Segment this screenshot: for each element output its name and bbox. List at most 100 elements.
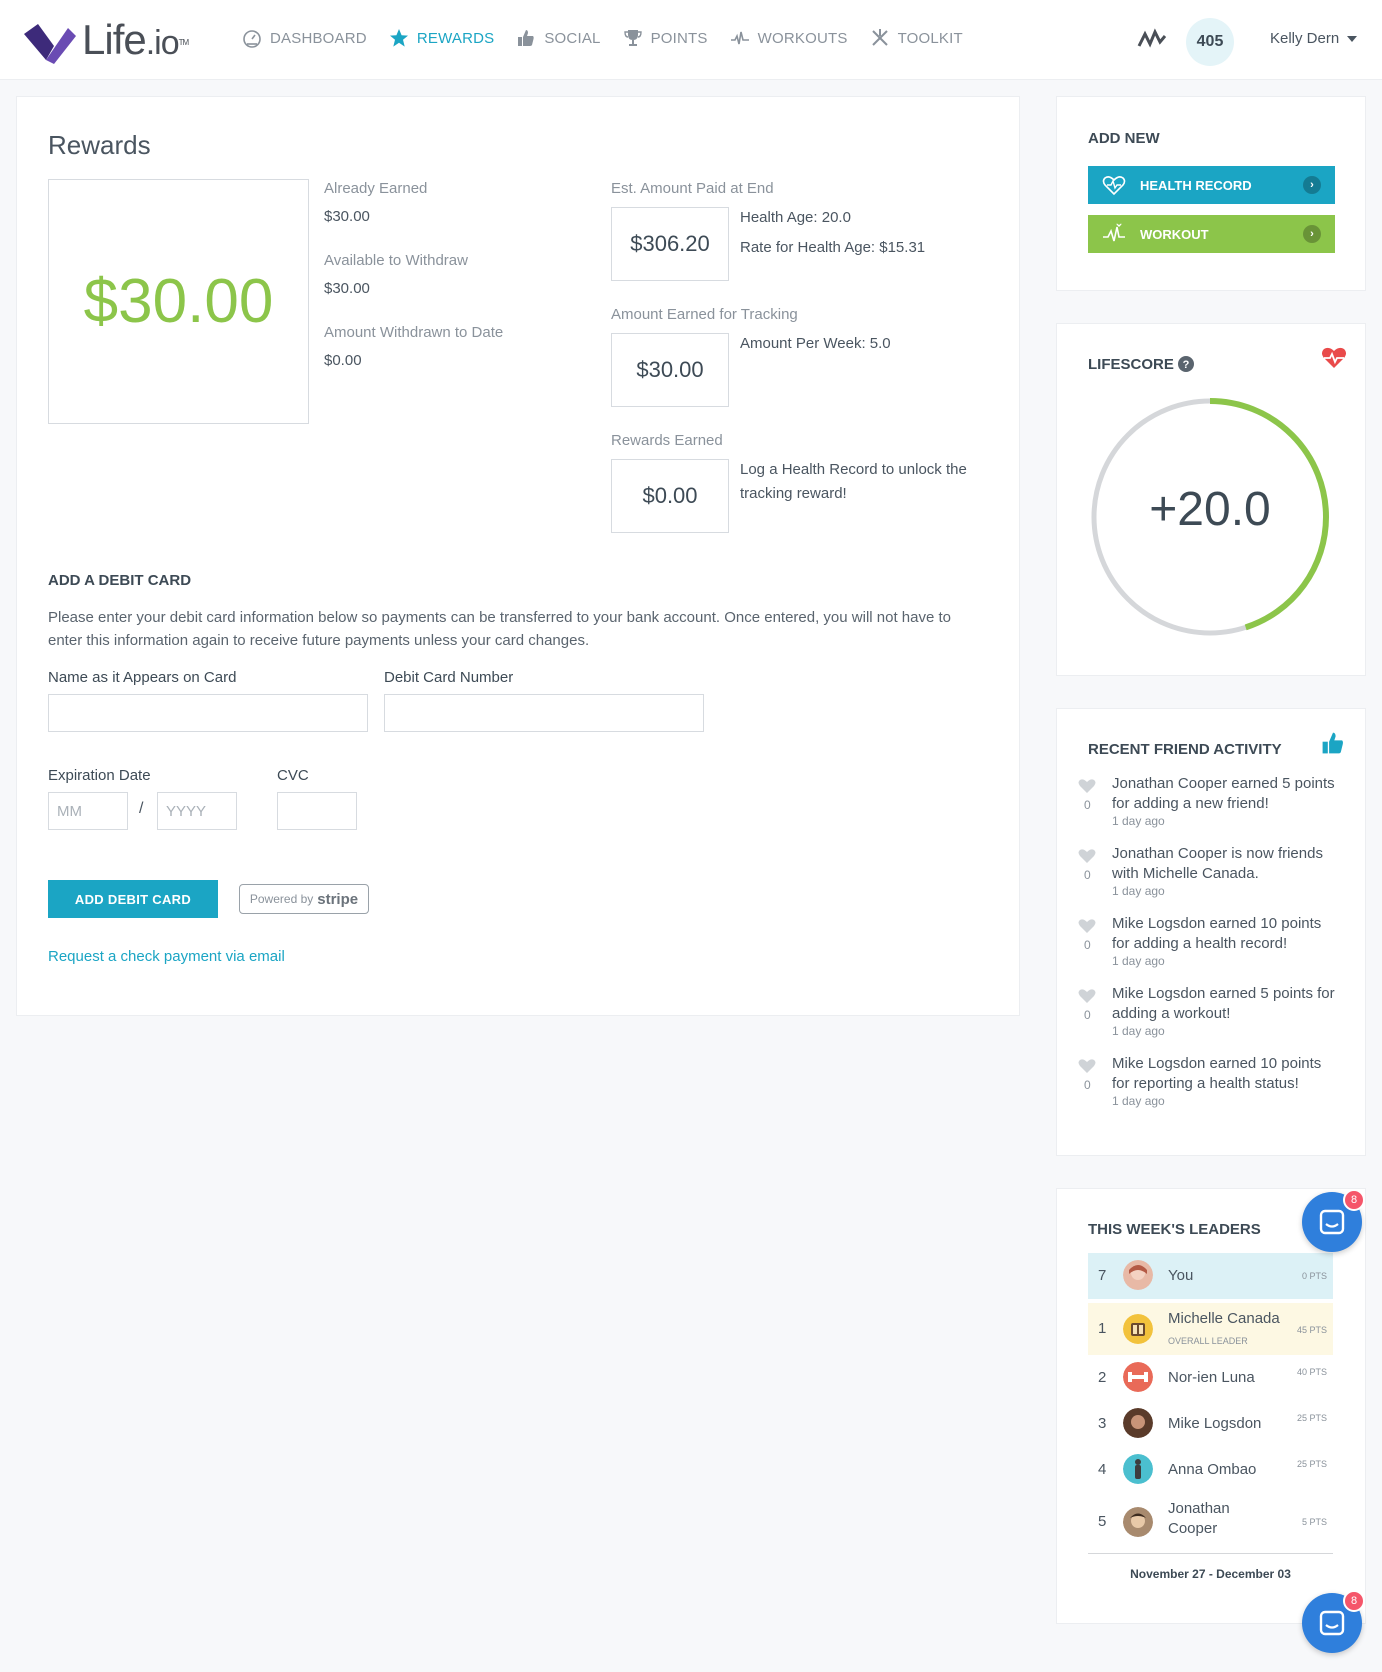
stripe-prefix: Powered by bbox=[249, 892, 314, 906]
powered-by-stripe-badge[interactable]: Powered by stripe bbox=[239, 884, 369, 914]
leader-rank: 4 bbox=[1098, 1461, 1107, 1478]
like-heart-icon[interactable] bbox=[1078, 918, 1096, 934]
week-range: November 27 - December 03 bbox=[1130, 1567, 1291, 1581]
lifescore-heading: LIFESCORE bbox=[1088, 356, 1174, 373]
workout-pulse-icon bbox=[1103, 223, 1125, 242]
like-heart-icon[interactable] bbox=[1078, 988, 1096, 1004]
avatar bbox=[1123, 1507, 1153, 1537]
nav-points-label: POINTS bbox=[650, 29, 708, 47]
activity-text: Jonathan Cooper is now friends with Mich… bbox=[1112, 845, 1323, 882]
avatar bbox=[1123, 1362, 1153, 1392]
request-check-link[interactable]: Request a check payment via email bbox=[48, 948, 285, 965]
tracking-value: $30.00 bbox=[611, 333, 729, 407]
avatar bbox=[1123, 1408, 1153, 1438]
add-workout-button[interactable]: WORKOUT › bbox=[1088, 215, 1335, 253]
nav-dashboard-label: DASHBOARD bbox=[270, 29, 367, 47]
card-number-input[interactable] bbox=[384, 694, 704, 732]
health-record-label: HEALTH RECORD bbox=[1140, 177, 1252, 193]
leader-name: Nor-ien Luna bbox=[1168, 1369, 1255, 1386]
like-count: 0 bbox=[1084, 1078, 1091, 1092]
nav-points[interactable]: POINTS bbox=[623, 28, 708, 48]
total-reward-amount: $30.00 bbox=[48, 179, 309, 424]
user-menu[interactable]: Kelly Dern bbox=[1270, 30, 1358, 47]
activity-text: Mike Logsdon earned 5 points for adding … bbox=[1112, 985, 1335, 1022]
cvc-input[interactable] bbox=[277, 792, 357, 830]
already-earned-label: Already Earned bbox=[324, 180, 428, 197]
heart-beat-icon bbox=[1322, 347, 1346, 368]
caret-down-icon bbox=[1347, 35, 1358, 42]
activity-time: 1 day ago bbox=[1112, 814, 1165, 828]
amount-per-week: Amount Per Week: 5.0 bbox=[740, 335, 891, 352]
card-name-label: Name as it Appears on Card bbox=[48, 669, 237, 686]
life-io-logo[interactable]: Life.ioTM bbox=[24, 18, 189, 65]
available-value: $30.00 bbox=[324, 280, 370, 297]
leader-name: Anna Ombao bbox=[1168, 1461, 1257, 1478]
thumbs-up-icon bbox=[518, 30, 535, 46]
card-name-input[interactable] bbox=[48, 694, 368, 732]
nav-social[interactable]: SOCIAL bbox=[516, 28, 600, 48]
leader-row[interactable]: 1 Michelle Canada OVERALL LEADER 45 PTS bbox=[1088, 1303, 1333, 1355]
nav-toolkit-label: TOOLKIT bbox=[897, 29, 963, 47]
activity-text: Mike Logsdon earned 10 points for report… bbox=[1112, 1055, 1322, 1092]
tracking-label: Amount Earned for Tracking bbox=[611, 306, 798, 323]
nav-rewards-label: REWARDS bbox=[416, 29, 495, 47]
activity-time: 1 day ago bbox=[1112, 954, 1165, 968]
add-debit-card-button[interactable]: ADD DEBIT CARD bbox=[48, 880, 218, 918]
est-amount-label: Est. Amount Paid at End bbox=[611, 180, 774, 197]
add-health-record-button[interactable]: HEALTH RECORD › bbox=[1088, 166, 1335, 204]
main-nav: DASHBOARD REWARDS SOCIAL POINTS WORKOUTS… bbox=[242, 28, 963, 48]
like-count: 0 bbox=[1084, 868, 1091, 882]
chat-icon bbox=[1319, 1209, 1345, 1235]
nav-rewards[interactable]: REWARDS bbox=[389, 28, 495, 48]
thumbs-up-icon bbox=[1322, 732, 1343, 754]
leader-points: 25 PTS bbox=[1296, 1413, 1327, 1423]
leader-rank: 1 bbox=[1098, 1320, 1107, 1337]
leader-row[interactable]: 4 Anna Ombao 25 PTS bbox=[1088, 1447, 1333, 1493]
nav-toolkit[interactable]: TOOLKIT bbox=[870, 28, 963, 48]
divider bbox=[1088, 1553, 1333, 1554]
leader-points: 5 PTS bbox=[1301, 1517, 1327, 1527]
exp-month-input[interactable]: MM bbox=[48, 792, 128, 830]
like-count: 0 bbox=[1084, 798, 1091, 812]
activity-time: 1 day ago bbox=[1112, 884, 1165, 898]
leader-rank: 5 bbox=[1098, 1513, 1107, 1530]
leader-rank: 2 bbox=[1098, 1369, 1107, 1386]
leader-points: 25 PTS bbox=[1296, 1459, 1327, 1469]
leader-row[interactable]: 5 Jonathan Cooper 5 PTS bbox=[1088, 1493, 1333, 1551]
stripe-brand: stripe bbox=[317, 890, 359, 908]
friend-activity-heading: RECENT FRIEND ACTIVITY bbox=[1088, 741, 1282, 758]
lifescore-value: +20.0 bbox=[1149, 483, 1271, 536]
leader-points: 40 PTS bbox=[1296, 1367, 1327, 1377]
like-heart-icon[interactable] bbox=[1078, 1058, 1096, 1074]
leader-rank: 7 bbox=[1098, 1267, 1107, 1284]
chat-unread-badge: 8 bbox=[1343, 1189, 1365, 1211]
svg-text:?: ? bbox=[1183, 359, 1190, 371]
leader-points: 0 PTS bbox=[1301, 1271, 1327, 1281]
leader-row[interactable]: 2 Nor-ien Luna 40 PTS bbox=[1088, 1355, 1333, 1401]
nav-dashboard[interactable]: DASHBOARD bbox=[242, 28, 367, 48]
nav-workouts[interactable]: WORKOUTS bbox=[730, 28, 848, 48]
leader-name: Michelle Canada bbox=[1168, 1310, 1280, 1327]
like-count: 0 bbox=[1084, 938, 1091, 952]
overall-leader-tag: OVERALL LEADER bbox=[1168, 1336, 1248, 1346]
leader-points: 45 PTS bbox=[1296, 1325, 1327, 1335]
cvc-label: CVC bbox=[277, 767, 309, 784]
help-icon[interactable]: ? bbox=[1178, 356, 1194, 372]
dashboard-icon bbox=[243, 30, 261, 48]
nav-social-label: SOCIAL bbox=[544, 29, 601, 47]
leader-name: You bbox=[1168, 1267, 1194, 1284]
leader-row-you[interactable]: 7 You 0 PTS bbox=[1088, 1253, 1333, 1299]
user-name: Kelly Dern bbox=[1270, 30, 1340, 47]
heart-pulse-icon bbox=[1102, 176, 1126, 196]
debit-card-instructions: Please enter your debit card information… bbox=[48, 609, 952, 649]
workout-label: WORKOUT bbox=[1140, 226, 1209, 242]
activity-wave-icon[interactable] bbox=[1137, 26, 1167, 52]
trophy-icon bbox=[623, 30, 642, 46]
exp-year-input[interactable]: YYYY bbox=[157, 792, 237, 830]
leader-row[interactable]: 3 Mike Logsdon 25 PTS bbox=[1088, 1401, 1333, 1447]
already-earned-value: $30.00 bbox=[324, 208, 370, 225]
like-heart-icon[interactable] bbox=[1078, 848, 1096, 864]
points-badge[interactable]: 405 bbox=[1186, 18, 1234, 66]
like-heart-icon[interactable] bbox=[1078, 778, 1096, 794]
page-title: Rewards bbox=[48, 130, 151, 160]
